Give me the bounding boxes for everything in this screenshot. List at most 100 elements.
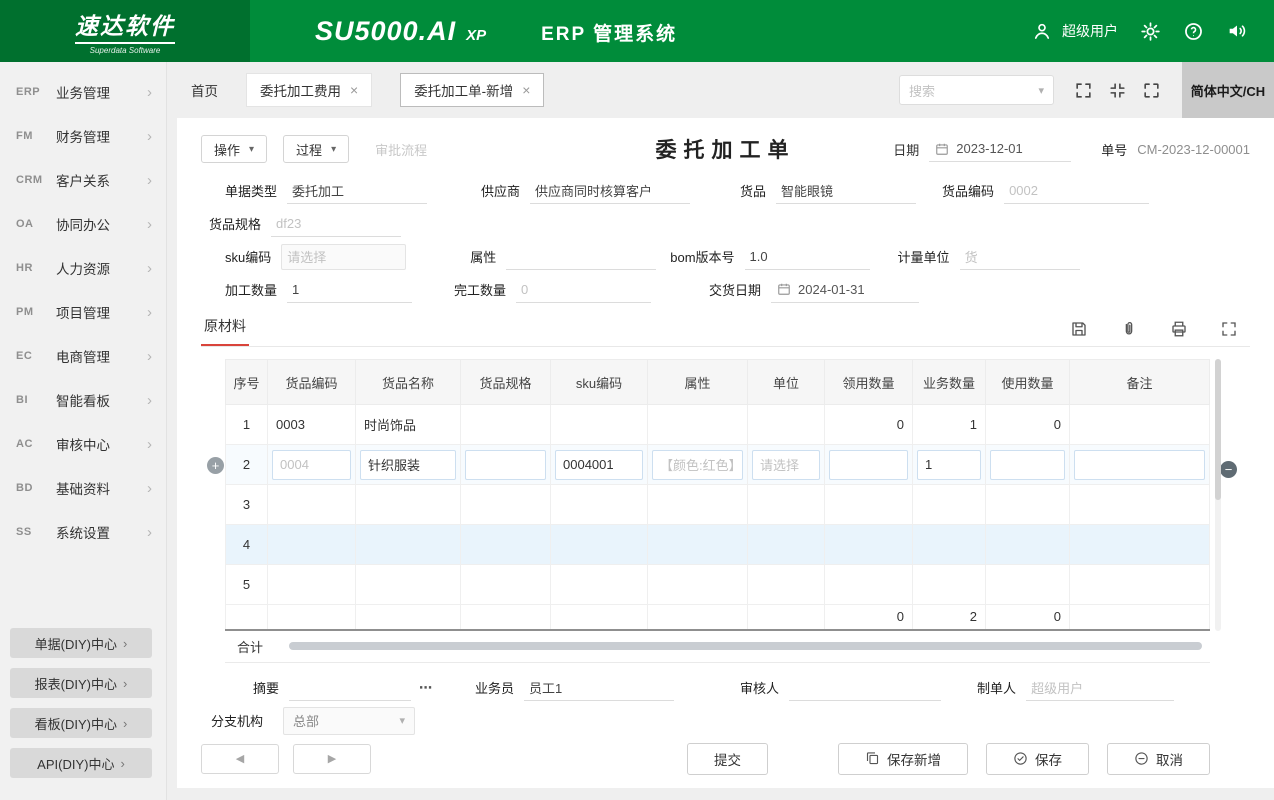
- cell[interactable]: 0003: [268, 405, 356, 445]
- product-code-input[interactable]: 0002: [1004, 178, 1149, 204]
- unit-input[interactable]: 货: [960, 244, 1080, 270]
- cell[interactable]: 2: [226, 445, 268, 485]
- cell[interactable]: [461, 485, 551, 525]
- process-menu-button[interactable]: 过程 ▾: [283, 135, 349, 163]
- cell[interactable]: 4: [226, 525, 268, 565]
- branch-select[interactable]: 总部 ▾: [283, 707, 415, 735]
- salesman-input[interactable]: 员工1: [524, 675, 674, 701]
- cell[interactable]: [268, 525, 356, 565]
- cell[interactable]: [648, 525, 748, 565]
- vertical-scrollbar-thumb[interactable]: [1215, 359, 1221, 500]
- cell[interactable]: [748, 485, 825, 525]
- cell[interactable]: 1: [913, 445, 986, 485]
- material-row[interactable]: 10003时尚饰品010: [226, 405, 1210, 445]
- cell[interactable]: [825, 565, 913, 605]
- cell[interactable]: [913, 485, 986, 525]
- cell[interactable]: [1070, 485, 1210, 525]
- cell[interactable]: [461, 525, 551, 565]
- cell[interactable]: 0: [986, 405, 1070, 445]
- auditor-input[interactable]: [789, 675, 941, 701]
- save-and-new-button[interactable]: 保存新增: [838, 743, 968, 775]
- approval-flow-link[interactable]: 审批流程: [375, 140, 427, 159]
- maximize-window-icon[interactable]: [1142, 81, 1161, 100]
- tab-document-1[interactable]: 委托加工费用×: [246, 73, 372, 107]
- creator-input[interactable]: 超级用户: [1026, 675, 1174, 701]
- sidebar-item-bd[interactable]: BD基础资料›: [0, 466, 166, 510]
- horizontal-scrollbar[interactable]: [289, 642, 1202, 650]
- sidebar-item-oa[interactable]: OA协同办公›: [0, 202, 166, 246]
- search-input[interactable]: 搜索 ▾: [899, 75, 1054, 105]
- sidebar-item-pm[interactable]: PM项目管理›: [0, 290, 166, 334]
- fullscreen-icon[interactable]: [1074, 81, 1093, 100]
- print-icon[interactable]: [1170, 320, 1188, 338]
- operation-menu-button[interactable]: 操作 ▾: [201, 135, 267, 163]
- cell[interactable]: [551, 525, 648, 565]
- help-icon[interactable]: [1183, 21, 1204, 42]
- cell[interactable]: [825, 445, 913, 485]
- sidebar-item-ac[interactable]: AC审核中心›: [0, 422, 166, 466]
- cell[interactable]: 0004001: [551, 445, 648, 485]
- tab-home[interactable]: 首页: [191, 73, 218, 107]
- cell[interactable]: [356, 565, 461, 605]
- cell[interactable]: [748, 565, 825, 605]
- more-options-button[interactable]: ⋯: [419, 680, 433, 696]
- remove-row-button[interactable]: −: [1220, 461, 1237, 478]
- diy-center-button-1[interactable]: 报表(DIY)中心›: [10, 668, 152, 698]
- sound-icon[interactable]: [1226, 20, 1248, 42]
- expand-grid-icon[interactable]: [1220, 320, 1238, 338]
- cell[interactable]: [748, 525, 825, 565]
- cell[interactable]: [986, 565, 1070, 605]
- cell[interactable]: [551, 405, 648, 445]
- cell[interactable]: [268, 565, 356, 605]
- diy-center-button-3[interactable]: API(DIY)中心›: [10, 748, 152, 778]
- cell[interactable]: [648, 405, 748, 445]
- exit-fullscreen-icon[interactable]: [1108, 81, 1127, 100]
- prev-record-button[interactable]: ◀: [201, 744, 279, 774]
- current-user[interactable]: 超级用户: [1062, 21, 1118, 41]
- date-input[interactable]: 2023-12-01: [929, 136, 1071, 162]
- sidebar-item-ss[interactable]: SS系统设置›: [0, 510, 166, 554]
- sku-select[interactable]: 请选择: [281, 244, 406, 270]
- diy-center-button-2[interactable]: 看板(DIY)中心›: [10, 708, 152, 738]
- cell[interactable]: [551, 565, 648, 605]
- settings-gear-icon[interactable]: [1140, 21, 1161, 42]
- cell[interactable]: 【颜色:红色】: [648, 445, 748, 485]
- cell[interactable]: [648, 485, 748, 525]
- sidebar-item-crm[interactable]: CRM客户关系›: [0, 158, 166, 202]
- tab-document-2[interactable]: 委托加工单-新增×: [400, 73, 544, 107]
- sidebar-item-fm[interactable]: FM财务管理›: [0, 114, 166, 158]
- cell[interactable]: [986, 445, 1070, 485]
- bom-input[interactable]: 1.0: [745, 244, 870, 270]
- cell[interactable]: [1070, 405, 1210, 445]
- cell[interactable]: 针织服装: [356, 445, 461, 485]
- cell[interactable]: 0004: [268, 445, 356, 485]
- sidebar-item-bi[interactable]: BI智能看板›: [0, 378, 166, 422]
- material-row[interactable]: 20004针织服装0004001【颜色:红色】请选择1: [226, 445, 1210, 485]
- save-button[interactable]: 保存: [986, 743, 1089, 775]
- attachment-icon[interactable]: [1120, 320, 1138, 338]
- sidebar-item-hr[interactable]: HR人力资源›: [0, 246, 166, 290]
- qty-input[interactable]: 1: [287, 277, 412, 303]
- language-switcher[interactable]: 简体中文/CH: [1182, 62, 1274, 118]
- cell[interactable]: [913, 525, 986, 565]
- cell[interactable]: [356, 525, 461, 565]
- close-icon[interactable]: ×: [350, 82, 358, 98]
- summary-input[interactable]: [289, 675, 411, 701]
- tab-materials[interactable]: 原材料: [201, 316, 249, 346]
- attr-input[interactable]: [506, 244, 656, 270]
- spec-input[interactable]: df23: [271, 211, 401, 237]
- cell[interactable]: [1070, 525, 1210, 565]
- cell[interactable]: [825, 485, 913, 525]
- cell[interactable]: [268, 485, 356, 525]
- cell[interactable]: [913, 565, 986, 605]
- delivery-date-input[interactable]: 2024-01-31: [771, 277, 919, 303]
- cell[interactable]: 0: [825, 405, 913, 445]
- vertical-scrollbar[interactable]: [1215, 359, 1221, 631]
- cell[interactable]: [356, 485, 461, 525]
- cell[interactable]: 3: [226, 485, 268, 525]
- sidebar-item-ec[interactable]: EC电商管理›: [0, 334, 166, 378]
- cell[interactable]: [461, 445, 551, 485]
- save-grid-icon[interactable]: [1070, 320, 1088, 338]
- material-row[interactable]: 4: [226, 525, 1210, 565]
- cell[interactable]: 时尚饰品: [356, 405, 461, 445]
